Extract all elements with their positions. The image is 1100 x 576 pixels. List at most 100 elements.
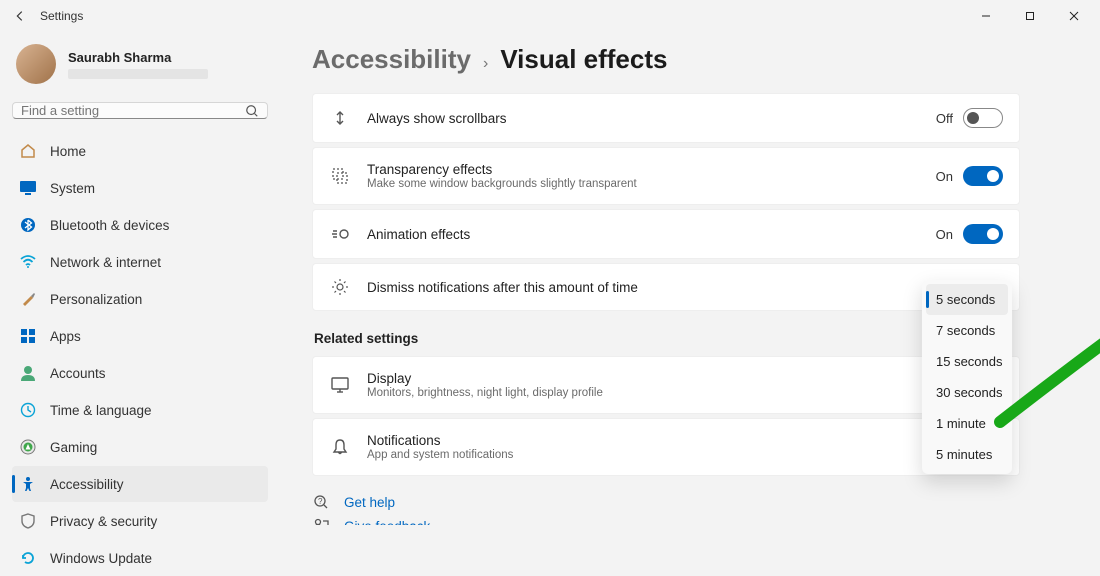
sidebar-item-system[interactable]: System <box>12 170 268 206</box>
sidebar-item-label: Personalization <box>50 292 142 307</box>
wifi-icon <box>20 254 36 270</box>
update-icon <box>20 550 36 566</box>
sidebar-item-bluetooth[interactable]: Bluetooth & devices <box>12 207 268 243</box>
sidebar-item-label: Bluetooth & devices <box>50 218 169 233</box>
flyout-option[interactable]: 1 minute <box>926 408 1008 439</box>
setting-title: Dismiss notifications after this amount … <box>367 280 1003 295</box>
accessibility-icon <box>20 476 36 492</box>
setting-title: Transparency effects <box>367 162 920 177</box>
bell-icon <box>329 438 351 456</box>
sidebar-item-accessibility[interactable]: Accessibility <box>12 466 268 502</box>
brightness-icon <box>329 278 351 296</box>
display-icon <box>329 377 351 393</box>
person-icon <box>20 365 36 381</box>
sidebar-item-label: Gaming <box>50 440 97 455</box>
setting-subtitle: Make some window backgrounds slightly tr… <box>367 178 920 190</box>
help-link-label: Get help <box>344 495 395 510</box>
sidebar: Saurabh Sharma Home System Bluetooth & d… <box>0 32 280 525</box>
toggle-state-label: On <box>936 227 953 242</box>
app-title: Settings <box>40 9 83 23</box>
sidebar-item-privacy[interactable]: Privacy & security <box>12 503 268 539</box>
maximize-icon <box>1025 11 1035 21</box>
minimize-icon <box>981 11 991 21</box>
sidebar-item-label: Home <box>50 144 86 159</box>
back-arrow-icon <box>13 9 27 23</box>
sidebar-item-accounts[interactable]: Accounts <box>12 355 268 391</box>
main-pane: Accessibility › Visual effects Always sh… <box>280 32 1100 525</box>
toggle-animation[interactable] <box>963 224 1003 244</box>
sidebar-item-label: Windows Update <box>50 551 152 566</box>
minimize-button[interactable] <box>964 0 1008 32</box>
system-icon <box>20 180 36 196</box>
flyout-option[interactable]: 5 seconds <box>926 284 1008 315</box>
get-help-link[interactable]: ? Get help <box>312 494 1020 510</box>
flyout-option[interactable]: 5 minutes <box>926 439 1008 470</box>
paintbrush-icon <box>20 291 36 307</box>
sidebar-item-label: Accessibility <box>50 477 124 492</box>
sidebar-item-personalization[interactable]: Personalization <box>12 281 268 317</box>
transparency-icon <box>329 167 351 185</box>
toggle-scrollbars[interactable] <box>963 108 1003 128</box>
flyout-option[interactable]: 30 seconds <box>926 377 1008 408</box>
related-subtitle: App and system notifications <box>367 449 982 461</box>
svg-text:?: ? <box>318 497 323 506</box>
toggle-state-label: Off <box>936 111 953 126</box>
help-icon: ? <box>312 494 330 510</box>
sidebar-item-network[interactable]: Network & internet <box>12 244 268 280</box>
bluetooth-icon <box>20 217 36 233</box>
breadcrumb-parent[interactable]: Accessibility <box>312 44 471 75</box>
flyout-option[interactable]: 7 seconds <box>926 315 1008 346</box>
breadcrumb-current: Visual effects <box>500 44 667 75</box>
sidebar-item-label: Apps <box>50 329 81 344</box>
close-icon <box>1069 11 1079 21</box>
related-title: Display <box>367 371 982 386</box>
shield-icon <box>20 513 36 529</box>
related-title: Notifications <box>367 433 982 448</box>
window-controls <box>964 0 1096 32</box>
animation-icon <box>329 227 351 241</box>
toggle-state-label: On <box>936 169 953 184</box>
sidebar-item-label: Accounts <box>50 366 106 381</box>
related-settings-header: Related settings <box>314 331 1020 346</box>
dismiss-duration-flyout: 5 seconds 7 seconds 15 seconds 30 second… <box>922 280 1012 474</box>
apps-icon <box>20 328 36 344</box>
toggle-transparency[interactable] <box>963 166 1003 186</box>
breadcrumb: Accessibility › Visual effects <box>312 44 1020 75</box>
flyout-option[interactable]: 15 seconds <box>926 346 1008 377</box>
search-box[interactable] <box>12 102 268 119</box>
give-feedback-link[interactable]: Give feedback <box>312 518 1020 525</box>
help-link-label: Give feedback <box>344 519 430 526</box>
sidebar-item-home[interactable]: Home <box>12 133 268 169</box>
setting-title: Animation effects <box>367 227 920 242</box>
sidebar-item-gaming[interactable]: Gaming <box>12 429 268 465</box>
gaming-icon <box>20 439 36 455</box>
setting-transparency: Transparency effectsMake some window bac… <box>312 147 1020 205</box>
chevron-right-icon: › <box>483 55 488 73</box>
feedback-icon <box>312 518 330 525</box>
user-name: Saurabh Sharma <box>68 50 208 65</box>
title-bar: Settings <box>0 0 1100 32</box>
home-icon <box>20 143 36 159</box>
sidebar-item-windows-update[interactable]: Windows Update <box>12 540 268 576</box>
related-subtitle: Monitors, brightness, night light, displ… <box>367 387 982 399</box>
sidebar-item-apps[interactable]: Apps <box>12 318 268 354</box>
user-sub-placeholder <box>68 69 208 79</box>
search-input[interactable] <box>21 103 245 118</box>
setting-dismiss-notifications: Dismiss notifications after this amount … <box>312 263 1020 311</box>
setting-animation: Animation effects On <box>312 209 1020 259</box>
sidebar-item-label: System <box>50 181 95 196</box>
back-button[interactable] <box>4 0 36 32</box>
sidebar-item-time-language[interactable]: Time & language <box>12 392 268 428</box>
maximize-button[interactable] <box>1008 0 1052 32</box>
related-notifications[interactable]: NotificationsApp and system notification… <box>312 418 1020 476</box>
user-block[interactable]: Saurabh Sharma <box>12 40 268 92</box>
related-display[interactable]: DisplayMonitors, brightness, night light… <box>312 356 1020 414</box>
search-icon <box>245 104 259 118</box>
avatar <box>16 44 56 84</box>
setting-title: Always show scrollbars <box>367 111 920 126</box>
close-button[interactable] <box>1052 0 1096 32</box>
sidebar-item-label: Network & internet <box>50 255 161 270</box>
sidebar-item-label: Privacy & security <box>50 514 157 529</box>
help-links: ? Get help Give feedback <box>312 494 1020 525</box>
clock-globe-icon <box>20 402 36 418</box>
